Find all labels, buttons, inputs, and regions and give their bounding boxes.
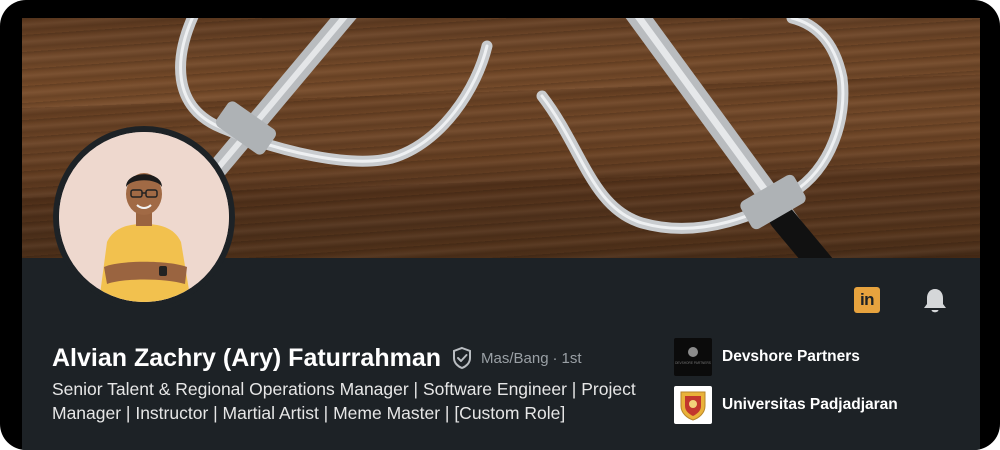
devshore-logo: DEVSHORE PARTNERS [674,338,712,376]
svg-text:DEVSHORE PARTNERS: DEVSHORE PARTNERS [675,361,711,365]
separator-dot: · [552,349,558,367]
profile-avatar[interactable] [53,126,235,308]
org-devshore-partners[interactable]: DEVSHORE PARTNERS Devshore Partners [674,338,860,376]
pronouns: Mas/Bang [481,349,549,367]
right-trident-graphic [536,18,849,258]
left-trident-graphic [175,18,493,178]
bell-icon[interactable] [920,286,950,316]
window-frame: in Alvian Zachry (Ary) Faturrahman Mas/B… [0,0,1000,450]
org-name-devshore: Devshore Partners [722,348,860,365]
verified-shield-icon[interactable] [451,346,473,370]
profile-headline: Senior Talent & Regional Operations Mana… [52,379,636,423]
avatar-photo [59,132,229,302]
linkedin-icon[interactable]: in [854,287,880,313]
unpad-logo [674,386,712,424]
profile-card: in Alvian Zachry (Ary) Faturrahman Mas/B… [22,18,980,450]
profile-name-row: Alvian Zachry (Ary) Faturrahman Mas/Bang… [52,340,582,376]
profile-name: Alvian Zachry (Ary) Faturrahman [52,343,441,372]
linkedin-icon-glyph: in [859,290,875,309]
org-universitas-padjadjaran[interactable]: Universitas Padjadjaran [674,386,898,424]
connection-degree: 1st [561,349,582,367]
org-name-unpad: Universitas Padjadjaran [722,396,898,413]
